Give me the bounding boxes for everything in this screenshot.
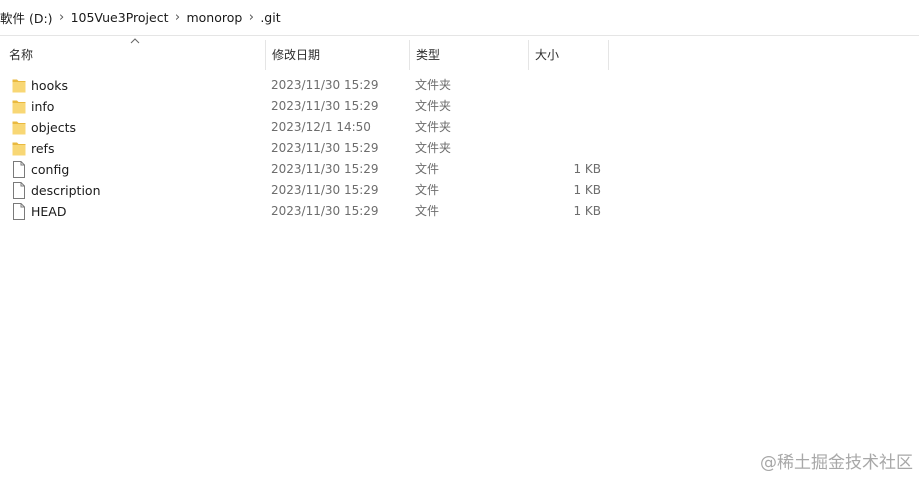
breadcrumb-drive[interactable]: 軟件 (D:) — [0, 8, 53, 27]
file-type: 文件夹 — [415, 78, 452, 92]
file-row[interactable]: HEAD 2023/11/30 15:29 文件 1 KB — [0, 201, 919, 222]
file-size — [528, 96, 601, 117]
file-name: hooks — [31, 78, 68, 93]
file-type: 文件 — [415, 204, 440, 218]
file-size: 1 KB — [573, 162, 601, 176]
file-date-modified: 2023/11/30 15:29 — [271, 99, 379, 113]
file-row[interactable]: hooks 2023/11/30 15:29 文件夹 — [0, 75, 919, 96]
breadcrumb: 軟件 (D:) › 105Vue3Project › monorop › .gi… — [0, 0, 281, 35]
file-type: 文件 — [415, 162, 440, 176]
file-type: 文件夹 — [415, 120, 452, 134]
file-row[interactable]: objects 2023/12/1 14:50 文件夹 — [0, 117, 919, 138]
file-size — [528, 117, 601, 138]
file-list: hooks 2023/11/30 15:29 文件夹 info 2023/11/30 1… — [0, 75, 919, 222]
chevron-right-icon[interactable]: › — [242, 10, 260, 25]
file-row[interactable]: refs 2023/11/30 15:29 文件夹 — [0, 138, 919, 159]
address-bar[interactable]: 軟件 (D:) › 105Vue3Project › monorop › .gi… — [0, 0, 919, 36]
file-name: objects — [31, 120, 77, 135]
file-name: description — [31, 183, 101, 198]
file-date-modified: 2023/12/1 14:50 — [271, 120, 371, 134]
file-name: info — [31, 99, 55, 114]
file-type: 文件 — [415, 183, 440, 197]
file-size: 1 KB — [573, 204, 601, 218]
file-size — [528, 75, 601, 96]
file-icon — [12, 203, 26, 220]
column-headers: 名称 修改日期 类型 大小 — [0, 40, 919, 70]
folder-icon — [12, 98, 26, 115]
breadcrumb-project[interactable]: 105Vue3Project — [71, 10, 169, 25]
file-date-modified: 2023/11/30 15:29 — [271, 162, 379, 176]
file-row[interactable]: info 2023/11/30 15:29 文件夹 — [0, 96, 919, 117]
file-explorer-window: 軟件 (D:) › 105Vue3Project › monorop › .gi… — [0, 0, 919, 481]
file-date-modified: 2023/11/30 15:29 — [271, 78, 379, 92]
file-size — [528, 138, 601, 159]
file-type: 文件夹 — [415, 99, 452, 113]
file-name: HEAD — [31, 204, 67, 219]
folder-icon — [12, 119, 26, 136]
file-name: config — [31, 162, 70, 177]
column-header-size[interactable]: 大小 — [528, 40, 609, 70]
column-header-name[interactable]: 名称 — [0, 40, 265, 70]
file-type: 文件夹 — [415, 141, 452, 155]
file-name: refs — [31, 141, 55, 156]
breadcrumb-monorop[interactable]: monorop — [186, 10, 242, 25]
chevron-right-icon[interactable]: › — [53, 10, 71, 25]
chevron-right-icon[interactable]: › — [168, 10, 186, 25]
file-icon — [12, 161, 26, 178]
file-size: 1 KB — [573, 183, 601, 197]
column-header-date-modified[interactable]: 修改日期 — [265, 40, 409, 70]
file-date-modified: 2023/11/30 15:29 — [271, 183, 379, 197]
file-row[interactable]: config 2023/11/30 15:29 文件 1 KB — [0, 159, 919, 180]
column-header-type[interactable]: 类型 — [409, 40, 528, 70]
file-date-modified: 2023/11/30 15:29 — [271, 204, 379, 218]
file-row[interactable]: description 2023/11/30 15:29 文件 1 KB — [0, 180, 919, 201]
file-icon — [12, 182, 26, 199]
folder-icon — [12, 140, 26, 157]
watermark: @稀土掘金技术社区 — [760, 453, 913, 473]
folder-icon — [12, 77, 26, 94]
file-date-modified: 2023/11/30 15:29 — [271, 141, 379, 155]
breadcrumb-git[interactable]: .git — [260, 10, 280, 25]
